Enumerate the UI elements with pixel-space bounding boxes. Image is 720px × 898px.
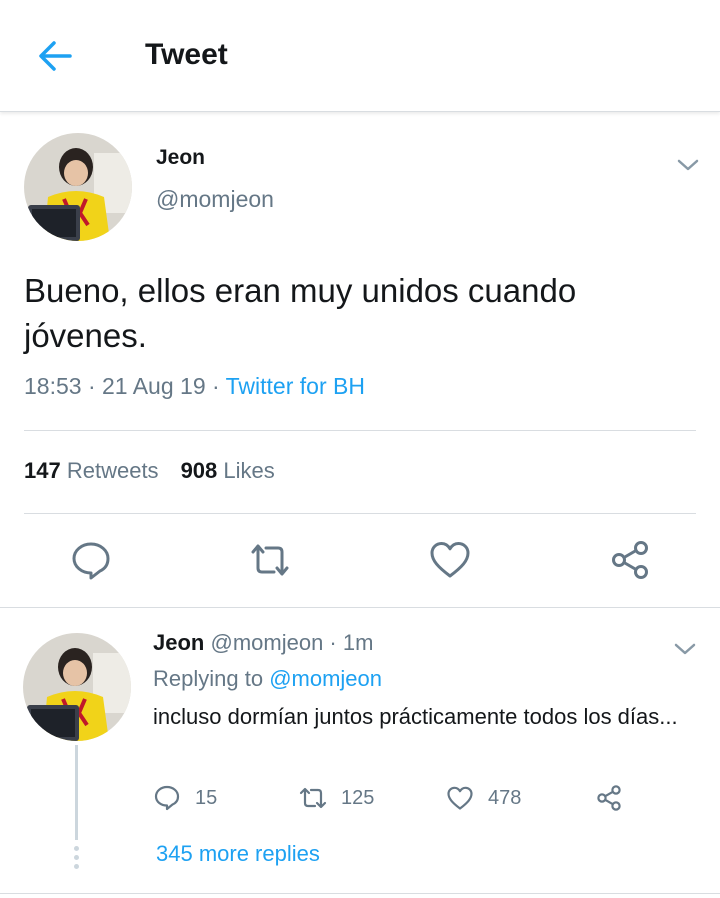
divider bbox=[0, 893, 720, 894]
share-icon bbox=[612, 541, 648, 579]
replying-to-link[interactable]: @momjeon bbox=[269, 666, 382, 691]
divider bbox=[24, 430, 696, 431]
more-replies-link[interactable]: 345 more replies bbox=[156, 841, 320, 867]
thread-dot bbox=[74, 846, 79, 851]
reply-options-button[interactable] bbox=[672, 640, 698, 658]
reply-header: Jeon @momjeon · 1m bbox=[153, 630, 374, 655]
retweet-button[interactable] bbox=[248, 538, 292, 582]
divider bbox=[0, 607, 720, 608]
engagement-stats: 147 Retweets 908 Likes bbox=[24, 458, 275, 484]
reply-button[interactable] bbox=[69, 538, 113, 582]
reply-like-button[interactable]: 478 bbox=[446, 783, 521, 813]
retweets-stat[interactable]: 147 Retweets bbox=[24, 458, 159, 483]
retweet-icon bbox=[299, 787, 327, 809]
reply-reply-count: 15 bbox=[195, 786, 218, 809]
reply-reply-button[interactable]: 15 bbox=[153, 783, 217, 813]
author-handle[interactable]: @momjeon bbox=[156, 186, 274, 213]
likes-stat[interactable]: 908 Likes bbox=[181, 458, 275, 483]
tweet-time: 18:53 bbox=[24, 373, 82, 399]
tweet-date: 21 Aug 19 bbox=[102, 373, 206, 399]
retweet-icon bbox=[251, 544, 289, 576]
share-button[interactable] bbox=[608, 538, 652, 582]
back-button[interactable] bbox=[34, 36, 78, 76]
divider bbox=[24, 513, 696, 514]
reply-author-name[interactable]: Jeon bbox=[153, 630, 204, 655]
like-button[interactable] bbox=[428, 538, 472, 582]
heart-icon bbox=[430, 542, 470, 578]
reply-like-count: 478 bbox=[488, 786, 522, 809]
share-icon bbox=[597, 785, 621, 811]
replying-to: Replying to @momjeon bbox=[153, 666, 383, 691]
chevron-down-icon bbox=[677, 159, 699, 171]
reply-icon bbox=[154, 785, 180, 811]
reply-share-button[interactable] bbox=[595, 783, 623, 813]
heart-icon bbox=[447, 786, 473, 810]
reply-retweet-count: 125 bbox=[341, 786, 375, 809]
tweet-text: Bueno, ellos eran muy unidos cuando jóve… bbox=[24, 272, 577, 354]
tweet-client-link[interactable]: Twitter for BH bbox=[226, 373, 365, 399]
reply-retweet-button[interactable]: 125 bbox=[299, 783, 374, 813]
tweet-meta: 18:53 · 21 Aug 19 · Twitter for BH bbox=[24, 373, 365, 399]
reply-age: 1m bbox=[342, 630, 374, 655]
reply-author-handle[interactable]: @momjeon bbox=[210, 630, 323, 655]
tweet-options-button[interactable] bbox=[675, 156, 701, 174]
reply-text: incluso dormían juntos prácticamente tod… bbox=[153, 704, 678, 729]
thread-dot bbox=[74, 855, 79, 860]
top-bar: Tweet bbox=[0, 0, 720, 112]
avatar[interactable] bbox=[24, 133, 132, 241]
thread-line bbox=[75, 745, 78, 840]
page-title: Tweet bbox=[145, 38, 228, 71]
chevron-down-icon bbox=[674, 643, 696, 655]
reply-icon bbox=[72, 542, 110, 580]
reply-avatar[interactable] bbox=[23, 633, 131, 741]
back-arrow-icon bbox=[39, 41, 72, 71]
thread-dot bbox=[74, 864, 79, 869]
author-name[interactable]: Jeon bbox=[156, 146, 205, 170]
